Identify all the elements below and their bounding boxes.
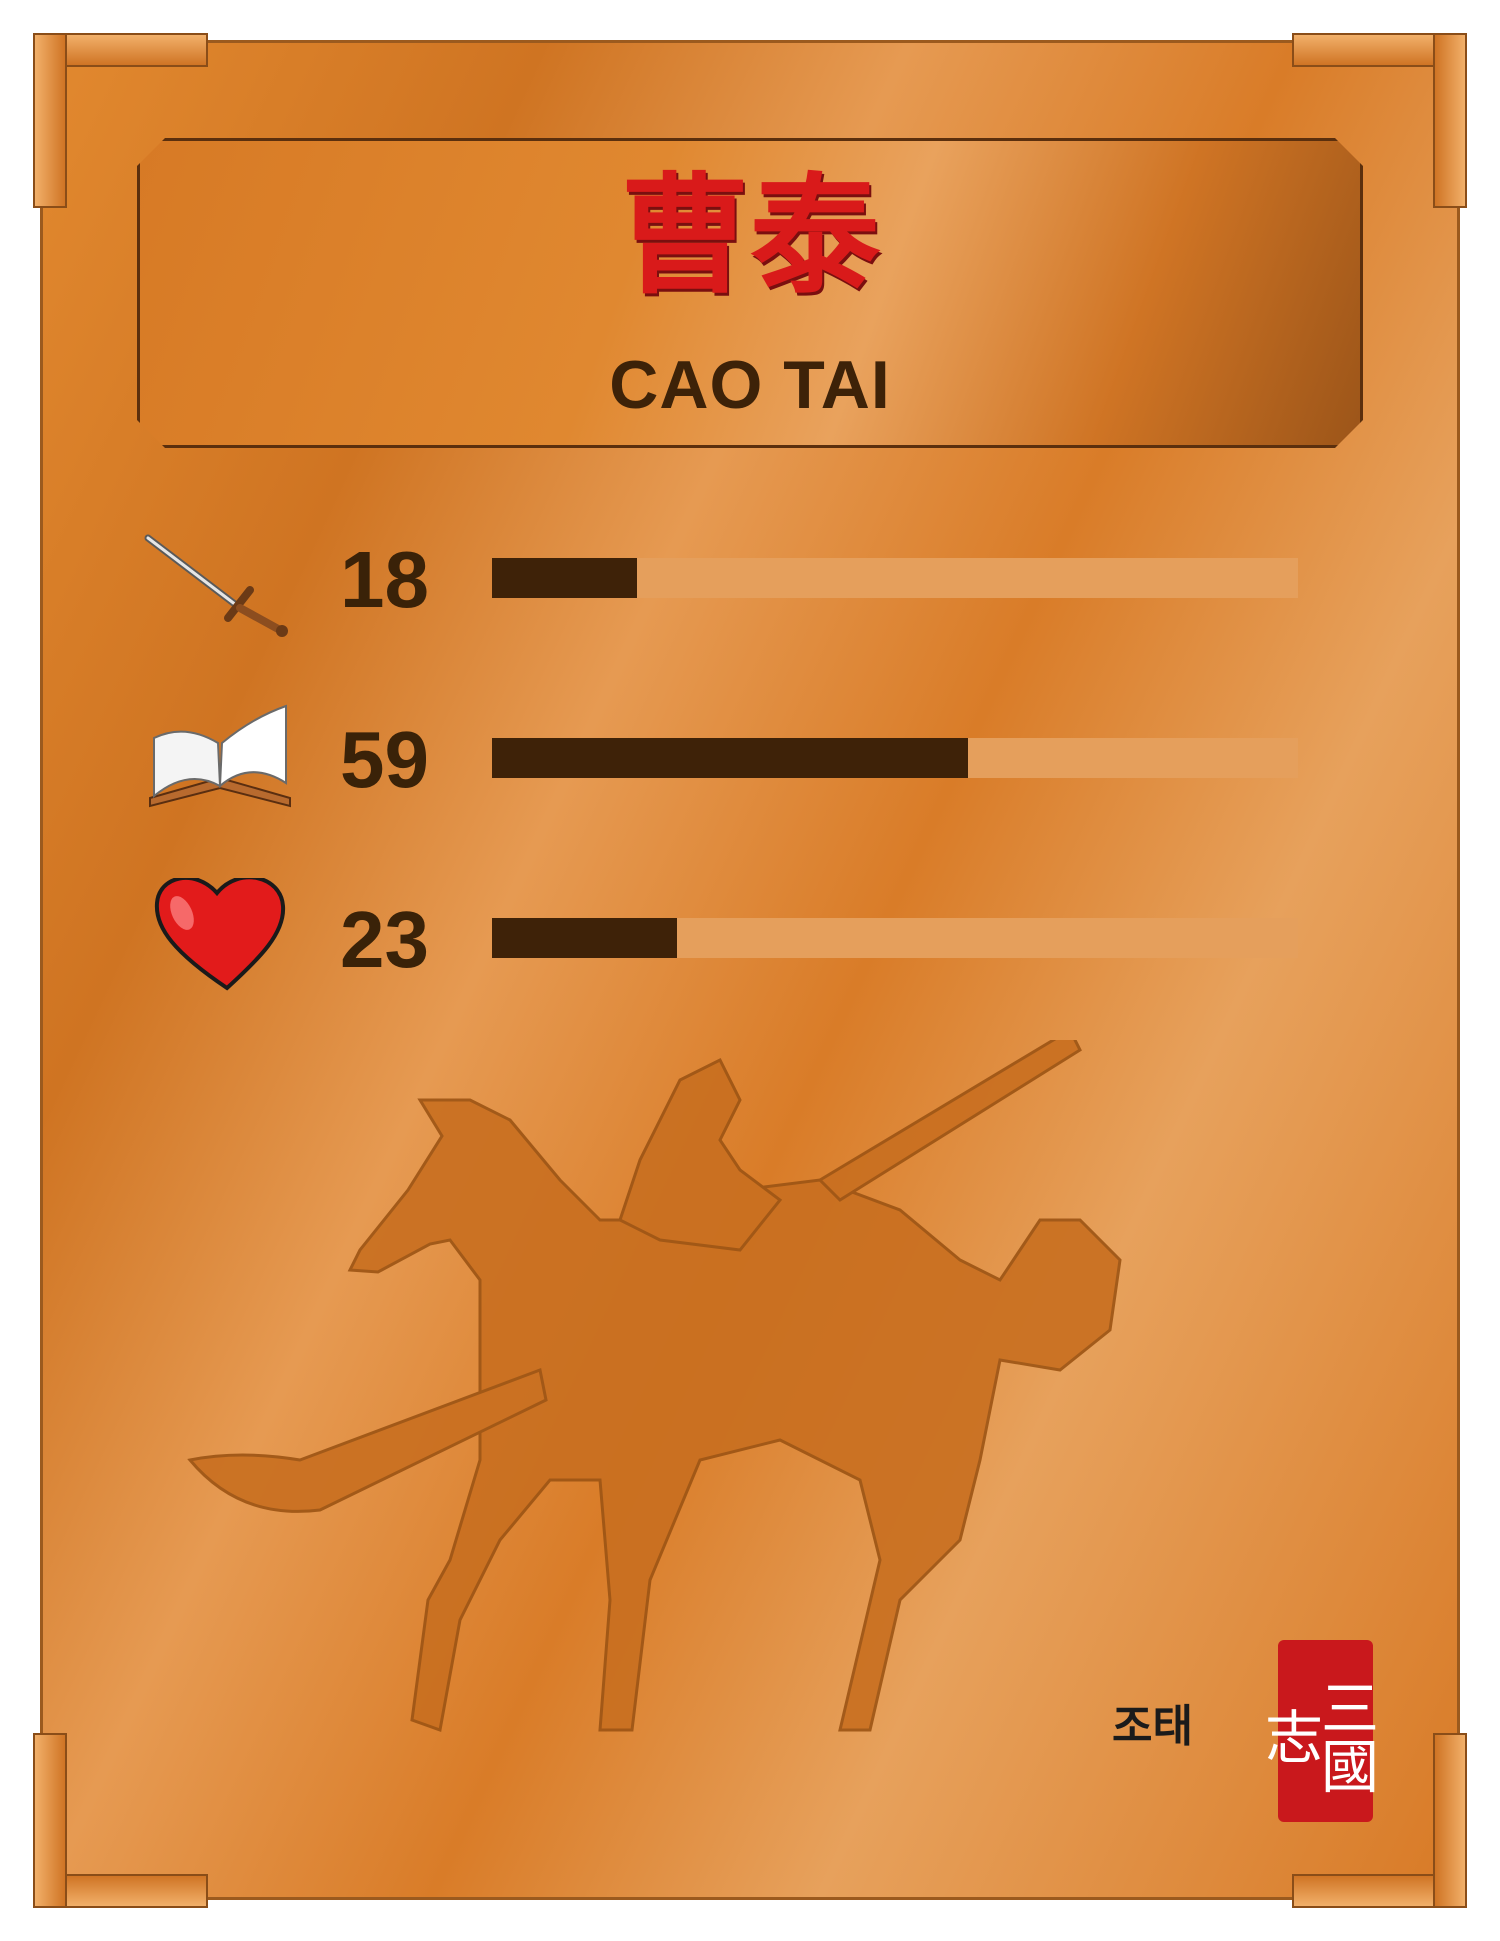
stat-bar-intelligence [492, 738, 1298, 778]
stat-value-intelligence: 59 [340, 715, 429, 804]
seal-text: 三國志 [1255, 1678, 1379, 1794]
stat-bar-fill [492, 918, 678, 958]
character-name-english: CAO TAI [609, 347, 891, 423]
stat-bar-fill [492, 558, 638, 598]
horse-rider-silhouette [187, 1040, 1122, 1733]
stat-bar-war [492, 558, 1298, 598]
stat-bar-virtue [492, 918, 1298, 958]
sword-icon [144, 534, 288, 637]
title-panel: 曹泰 CAO TAI [137, 138, 1363, 448]
stat-row-virtue: 23 [140, 878, 1340, 998]
stat-row-war: 18 [140, 518, 1340, 638]
stat-row-intelligence: 59 [140, 698, 1340, 818]
character-name-chinese: 曹泰 [619, 160, 880, 312]
stat-bar-fill [492, 738, 968, 778]
stat-value-war: 18 [340, 535, 429, 624]
book-icon [149, 704, 291, 808]
heart-icon [154, 878, 286, 991]
seal-stamp: 三國志 [1255, 1640, 1379, 1822]
stat-value-virtue: 23 [340, 895, 429, 984]
signature-korean: 조태 [1112, 1701, 1193, 1752]
